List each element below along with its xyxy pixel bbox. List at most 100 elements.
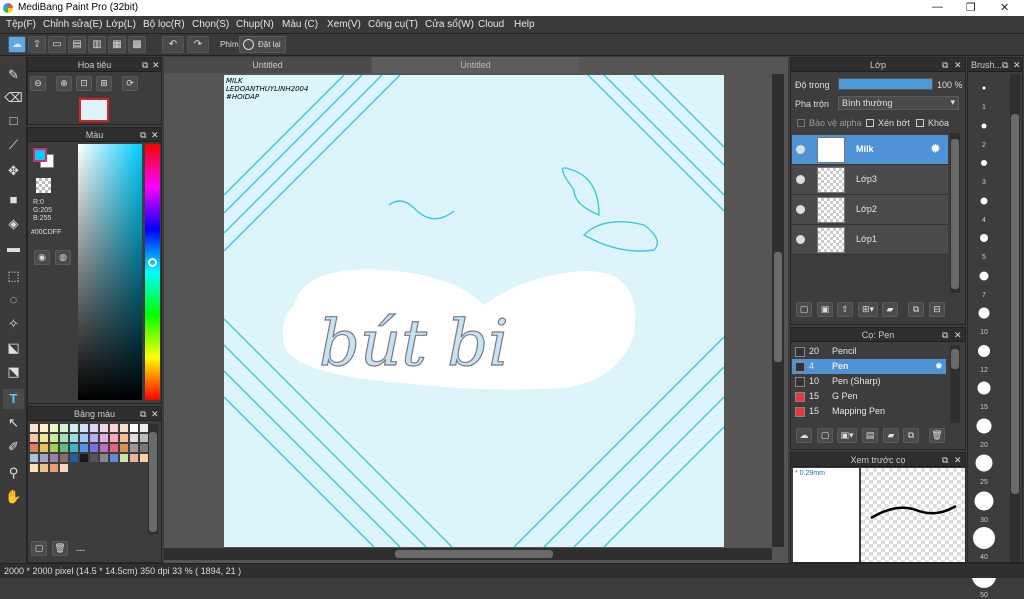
palette-swatch[interactable] — [50, 464, 58, 472]
brush-size-item[interactable]: 30 — [969, 487, 999, 524]
menu-window[interactable]: Cửa sổ(W) — [425, 19, 474, 30]
palette-swatch[interactable] — [120, 424, 128, 432]
close-icon[interactable]: ✕ — [954, 58, 962, 72]
cloud-icon[interactable]: ☁ — [8, 36, 26, 53]
new-8bit-layer-button[interactable]: ⇧ — [837, 302, 853, 317]
menu-view[interactable]: Xem(V) — [327, 19, 361, 30]
brush-scrollbar[interactable] — [950, 345, 960, 423]
hand-tool-icon[interactable]: ✋ — [3, 487, 24, 507]
menu-tools[interactable]: Công cụ(T) — [368, 19, 418, 30]
palette-swatch[interactable] — [80, 434, 88, 442]
palette-swatch[interactable] — [110, 434, 118, 442]
brush-settings-button[interactable]: ▤ — [862, 428, 878, 443]
tiles-icon[interactable]: ▩ — [128, 36, 146, 53]
canvas-vertical-scrollbar[interactable] — [772, 74, 784, 547]
undo-button[interactable]: ↶ — [162, 36, 184, 53]
palette-scroll-thumb[interactable] — [149, 432, 157, 532]
layer-scrollbar[interactable] — [950, 133, 960, 293]
brush-size-item[interactable]: 7 — [969, 262, 999, 299]
detach-icon[interactable]: ⧉ — [942, 58, 948, 72]
divide-tool-icon[interactable]: ✐ — [3, 437, 24, 457]
actual-size-button[interactable]: ⊞ — [96, 76, 112, 91]
palette-swatch[interactable] — [30, 434, 38, 442]
zoom-in-button[interactable]: ⊕ — [56, 76, 72, 91]
palette-swatch[interactable] — [70, 434, 78, 442]
palette-swatch[interactable] — [90, 424, 98, 432]
layer-row[interactable]: Lớp2 — [792, 195, 948, 225]
brush-size-item[interactable]: 10 — [969, 299, 999, 336]
eyedropper-tool-icon[interactable]: ⚲ — [3, 463, 24, 483]
palette-swatches[interactable] — [30, 424, 148, 494]
menu-filter[interactable]: Bộ lọc(R) — [143, 19, 185, 30]
menu-help[interactable]: Help — [514, 19, 535, 30]
tab-untitled-2[interactable]: Untitled — [372, 57, 579, 73]
rectangle-tool-icon[interactable]: □ — [3, 111, 24, 131]
gear-icon[interactable]: ✹ — [930, 141, 941, 157]
brush-size-item[interactable]: 3 — [969, 149, 999, 186]
palette-swatch[interactable] — [130, 444, 138, 452]
gradient-tool-icon[interactable]: ▬ — [3, 238, 24, 258]
close-icon[interactable]: ✕ — [1013, 58, 1021, 72]
palette-swatch[interactable] — [90, 454, 98, 462]
close-button[interactable]: ✕ — [1000, 1, 1009, 14]
brush-size-item[interactable]: 40 — [969, 524, 999, 561]
menu-file[interactable]: Tệp(F) — [6, 19, 36, 30]
maximize-button[interactable]: ❐ — [966, 1, 976, 14]
palette-swatch[interactable] — [140, 454, 148, 462]
palette-swatch[interactable] — [60, 424, 68, 432]
hue-slider[interactable] — [145, 144, 160, 400]
brush-tool-icon[interactable]: ✎ — [3, 65, 24, 85]
detach-icon[interactable]: ⧉ — [142, 58, 148, 72]
brush-row[interactable]: 4 Pen ✹ — [792, 359, 946, 374]
duplicate-layer-button[interactable]: ⧉ — [908, 302, 924, 317]
brush-scroll-thumb[interactable] — [951, 349, 959, 369]
blend-select[interactable]: Bình thường ▾ — [838, 96, 959, 110]
new-palette-button[interactable]: ▢ — [31, 541, 47, 556]
grid-layout-icon[interactable]: ▦ — [108, 36, 126, 53]
palette-swatch[interactable] — [60, 434, 68, 442]
detach-icon[interactable]: ⧉ — [140, 407, 146, 421]
palette-swatch[interactable] — [90, 434, 98, 442]
new-brush-button[interactable]: ▢ — [817, 428, 833, 443]
folder-button[interactable]: ▰ — [882, 302, 898, 317]
brush-row[interactable]: 15 G Pen — [792, 389, 946, 404]
menu-layer[interactable]: Lớp(L) — [106, 19, 136, 30]
palette-swatch[interactable] — [60, 464, 68, 472]
palette-swatch[interactable] — [110, 444, 118, 452]
menu-select[interactable]: Chọn(S) — [192, 19, 229, 30]
primary-color-swatch[interactable] — [33, 148, 47, 162]
select-pen-tool-icon[interactable]: ⬕ — [3, 338, 24, 358]
palette-swatch[interactable] — [80, 444, 88, 452]
close-icon[interactable]: ✕ — [151, 128, 159, 142]
palette-swatch[interactable] — [70, 424, 78, 432]
opacity-slider[interactable] — [838, 78, 933, 90]
palette-swatch[interactable] — [30, 424, 38, 432]
brush-size-item[interactable]: 15 — [969, 374, 999, 411]
menu-capture[interactable]: Chụp(N) — [236, 19, 274, 30]
hue-slider-handle[interactable] — [148, 258, 157, 267]
delete-palette-button[interactable]: 🗑 — [52, 541, 68, 556]
eye-icon[interactable] — [796, 235, 805, 244]
palette-swatch[interactable] — [120, 454, 128, 462]
new-halftone-layer-button[interactable]: ▣ — [817, 302, 833, 317]
operation-tool-icon[interactable]: ↖ — [3, 413, 24, 433]
line-tool-icon[interactable]: ⟋ — [3, 135, 24, 155]
select-rect-tool-icon[interactable]: ⬚ — [3, 266, 24, 286]
menu-cloud[interactable]: Cloud — [478, 19, 504, 30]
palette-swatch[interactable] — [140, 434, 148, 442]
palette-swatch[interactable] — [80, 454, 88, 462]
brush-row[interactable]: 20 Pencil — [792, 344, 946, 359]
eye-icon[interactable] — [796, 175, 805, 184]
select-eraser-tool-icon[interactable]: ⬔ — [3, 362, 24, 382]
palette-swatch[interactable] — [50, 444, 58, 452]
comment-icon[interactable]: ▭ — [48, 36, 66, 53]
palette-swatch[interactable] — [70, 454, 78, 462]
color-dropper-button[interactable]: ◍ — [55, 250, 71, 265]
zoom-out-button[interactable]: ⊖ — [30, 76, 46, 91]
palette-swatch[interactable] — [40, 424, 48, 432]
brush-duplicate-button[interactable]: ⧉ — [903, 428, 919, 443]
magic-wand-tool-icon[interactable]: ✧ — [3, 314, 24, 334]
canvas-hscroll-thumb[interactable] — [395, 550, 553, 558]
detach-icon[interactable]: ⧉ — [1002, 58, 1008, 72]
brush-size-scroll-thumb[interactable] — [1011, 114, 1019, 494]
